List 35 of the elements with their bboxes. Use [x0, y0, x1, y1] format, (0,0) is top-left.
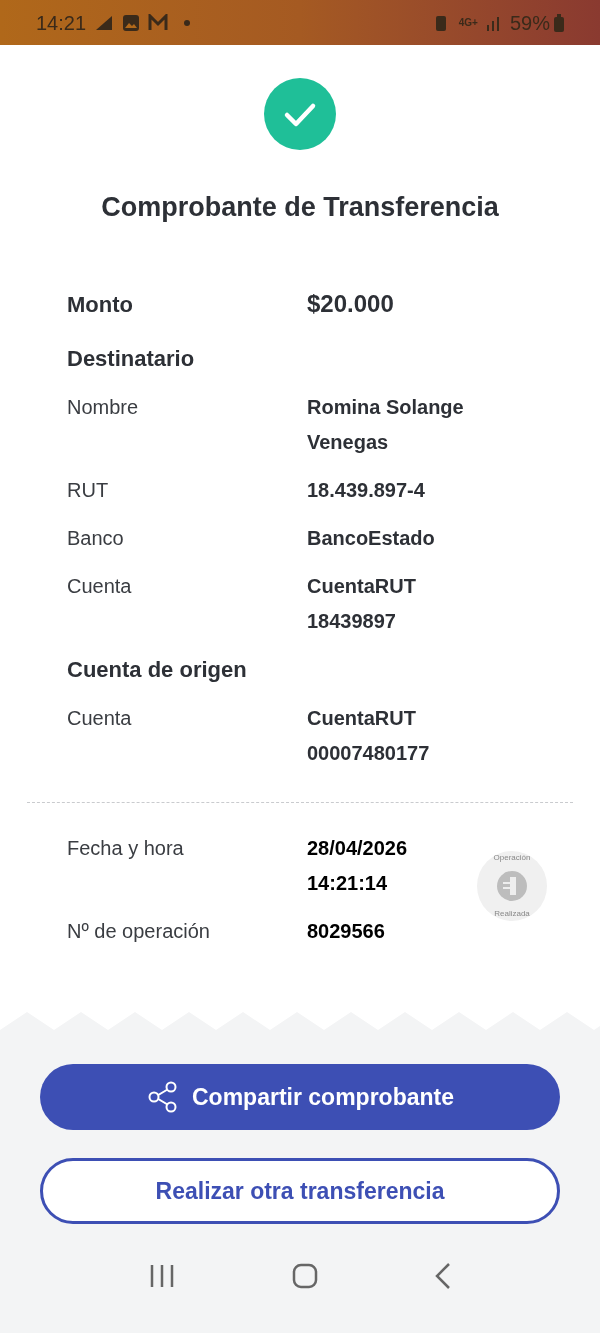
- field-label: Nº de operación: [67, 919, 211, 944]
- battery-icon: [554, 13, 564, 32]
- field-label: RUT: [67, 478, 110, 503]
- field-label: Banco: [67, 526, 125, 551]
- field-label: Cuenta: [67, 574, 133, 599]
- field-value: CuentaRUT 18439897: [307, 574, 417, 634]
- battery-saver-icon: [434, 13, 447, 32]
- check-icon: [264, 78, 336, 150]
- back-icon[interactable]: [435, 1262, 452, 1290]
- mail-icon: [148, 13, 169, 32]
- field-value: CuentaRUT 00007480177: [307, 706, 431, 766]
- operation-stamp: Operación Realizada: [477, 851, 547, 921]
- gallery-icon: [122, 13, 141, 32]
- field-value: 28/04/2026 14:21:14: [307, 836, 409, 896]
- battery-percent: 59%: [509, 10, 550, 36]
- field-label: Cuenta: [67, 706, 133, 731]
- recent-apps-icon[interactable]: [148, 1264, 175, 1288]
- field-value: BancoEstado: [307, 526, 436, 551]
- transfer-button[interactable]: Realizar otra transferencia: [40, 1158, 560, 1224]
- page-title: Comprobante de Transferencia: [100, 194, 500, 221]
- amount-value: $20.000: [307, 289, 394, 319]
- field-label: Fecha y hora: [67, 836, 185, 861]
- share-button[interactable]: Compartir comprobante: [40, 1064, 560, 1130]
- field-value: 8029566: [307, 919, 386, 944]
- field-value: 18.439.897-4: [307, 478, 426, 503]
- field-value: Romina Solange Venegas: [307, 395, 465, 455]
- signal-bars-icon: [485, 14, 502, 31]
- status-time: 14:21: [36, 10, 87, 36]
- field-label: Nombre: [67, 395, 140, 420]
- network-type: 4G+: [458, 17, 478, 28]
- signal-icon: [94, 13, 115, 32]
- amount-label: Monto: [67, 290, 134, 319]
- section-heading: Cuenta de origen: [67, 656, 248, 684]
- section-heading: Destinatario: [67, 345, 196, 373]
- home-icon[interactable]: [292, 1263, 318, 1289]
